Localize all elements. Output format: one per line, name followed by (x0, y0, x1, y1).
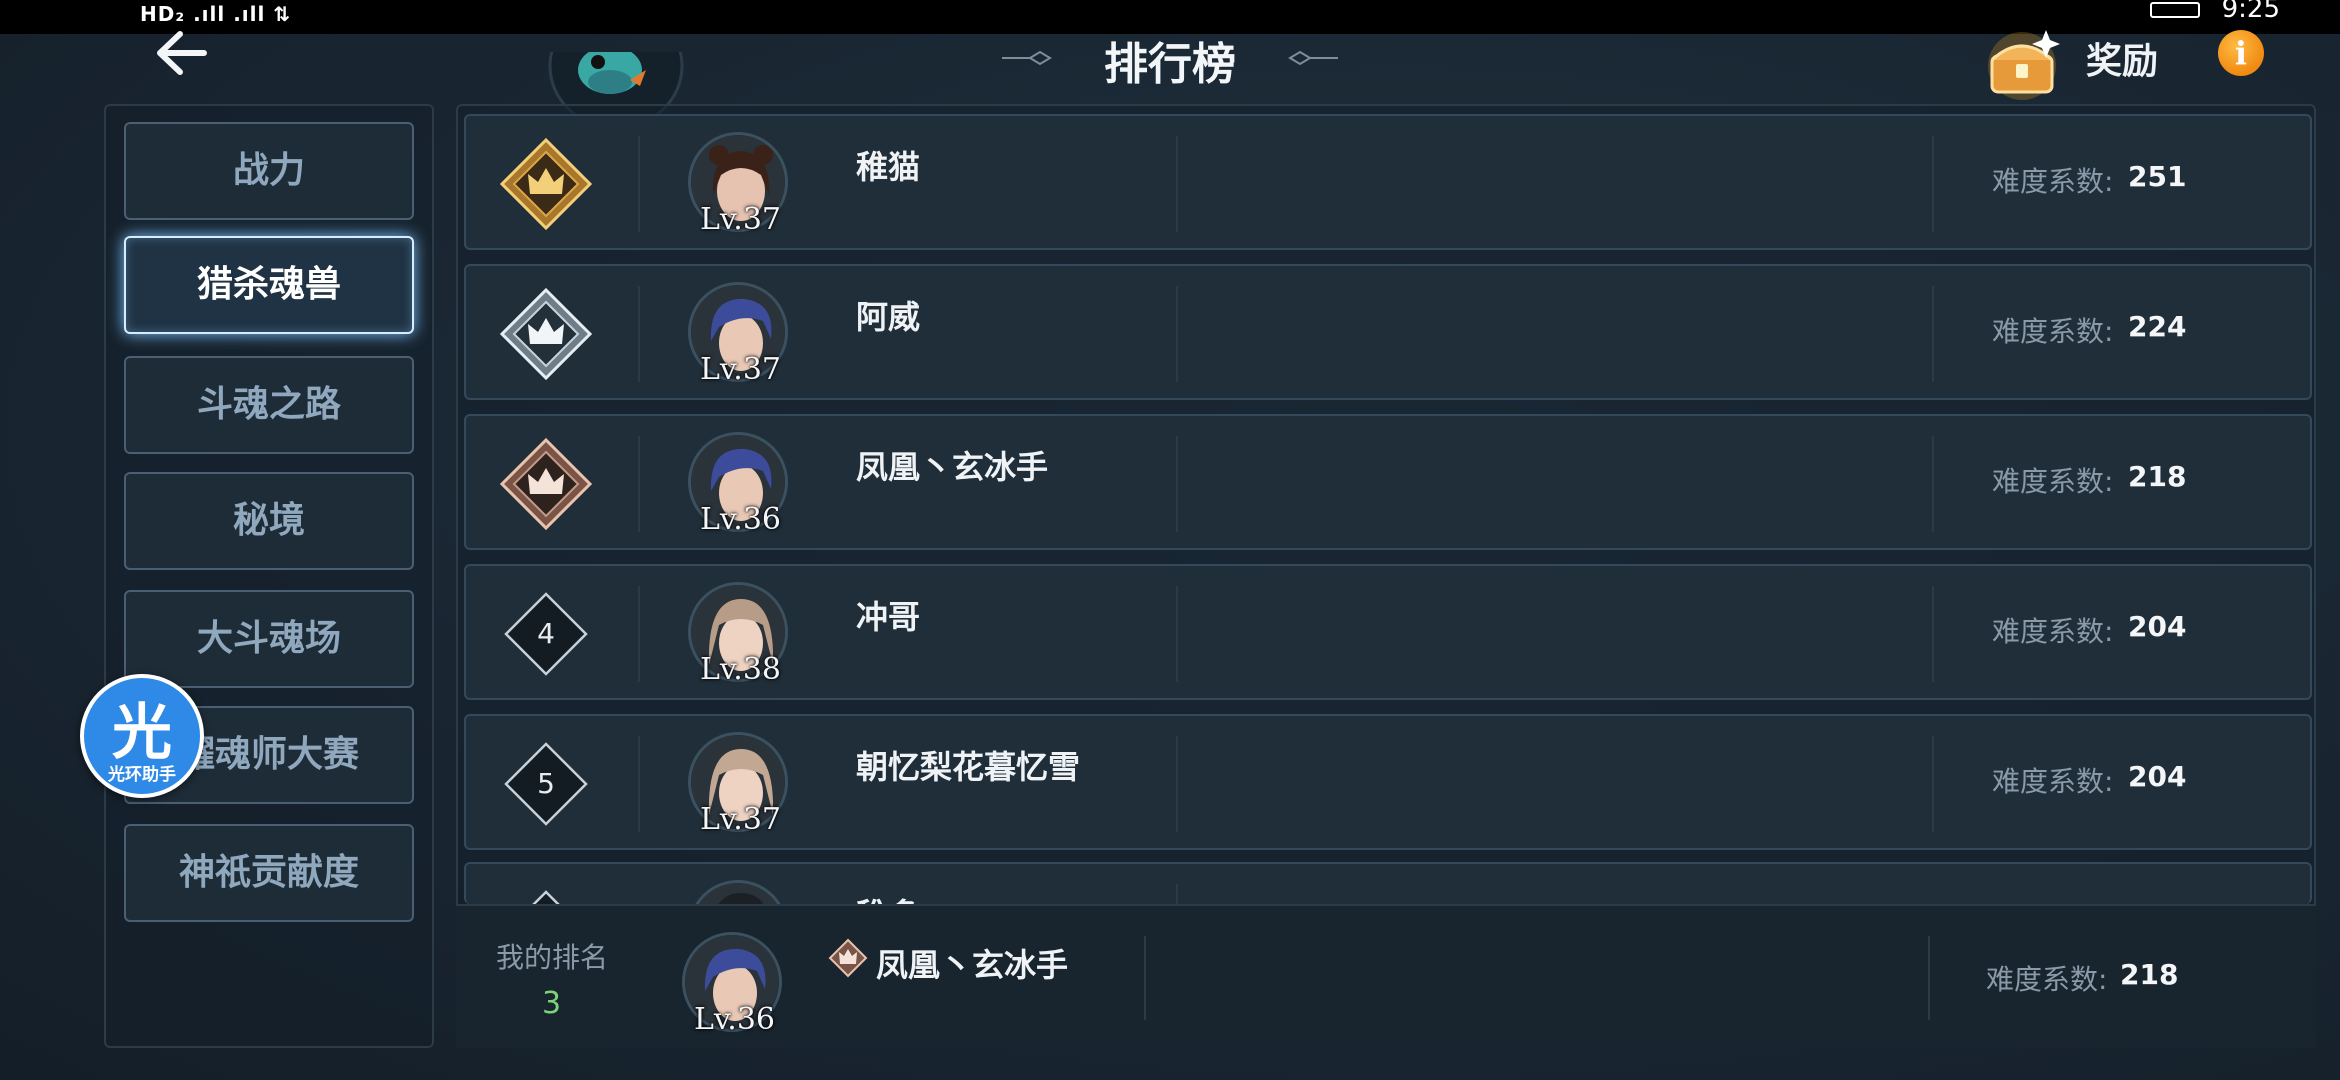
score-value: 218 (2128, 460, 2187, 493)
game-screen: HD₂ .ıll .ıll ⇅ 9:25 排行榜 奖励 i 战力 猎杀魂兽 斗魂… (0, 0, 2340, 1080)
score-value: 251 (2128, 160, 2187, 193)
player-name: 稚猫 (856, 148, 921, 186)
score-label: 难度系数: (1992, 615, 2114, 648)
player-level: Lv.36 (700, 502, 782, 537)
player-level: Lv.37 (700, 352, 782, 387)
player-name: 凤凰丶玄冰手 (856, 448, 1049, 486)
sidebar-item-secret-realm[interactable]: 秘境 (124, 472, 414, 570)
rank-diamond-icon (532, 890, 560, 904)
my-rank-bar: 我的排名 3 Lv.36 凤凰丶玄冰手 难度系数: 218 (456, 904, 2316, 1048)
score-label: 难度系数: (1992, 165, 2114, 198)
sidebar-item-beast-hunt[interactable]: 猎杀魂兽 (124, 236, 414, 334)
clock: 9:25 (2221, 0, 2280, 24)
ranking-row[interactable]: Lv.37 稚猫 难度系数: 251 (464, 114, 2312, 250)
my-rank-label: 我的排名 (496, 941, 609, 974)
gold-crown-medal-icon (499, 137, 593, 231)
bronze-crown-medal-icon (499, 437, 593, 531)
battery-icon (2150, 2, 2200, 18)
ranking-row[interactable]: Lv.36 凤凰丶玄冰手 难度系数: 218 (464, 414, 2312, 550)
sidebar-item-deity-contribution[interactable]: 神祇贡献度 (124, 824, 414, 922)
score-value: 224 (2128, 310, 2187, 343)
player-level: Lv.38 (700, 652, 782, 687)
avatar (688, 880, 788, 904)
sidebar-item-soul-road[interactable]: 斗魂之路 (124, 356, 414, 454)
ranking-row[interactable]: 稚多 (464, 862, 2312, 904)
sidebar-item-arena[interactable]: 大斗魂场 (124, 590, 414, 688)
player-name: 朝忆梨花暮忆雪 (856, 748, 1081, 786)
assistant-label: 光环助手 (108, 765, 176, 785)
my-score-value: 218 (2120, 958, 2179, 991)
rank-number: 5 (537, 767, 555, 800)
score-label: 难度系数: (1992, 465, 2114, 498)
my-rank-number: 3 (542, 986, 562, 1021)
page-title-bar: 排行榜 (1000, 28, 1340, 90)
assistant-glyph: 光 (112, 698, 172, 768)
back-arrow-icon[interactable] (150, 28, 210, 78)
score-value: 204 (2128, 610, 2187, 643)
score-value: 204 (2128, 760, 2187, 793)
my-level: Lv.36 (694, 1002, 776, 1037)
score-label: 难度系数: (1992, 765, 2114, 798)
my-score-label: 难度系数: (1986, 963, 2108, 996)
assistant-float-button[interactable]: 光 光环助手 (80, 674, 204, 798)
my-name: 凤凰丶玄冰手 (876, 946, 1069, 984)
ornament-right-icon (1288, 50, 1338, 66)
reward-label: 奖励 (2086, 41, 2159, 82)
player-name: 稚多 (856, 890, 920, 904)
silver-crown-medal-icon (499, 287, 593, 381)
score-label: 难度系数: (1992, 315, 2114, 348)
ranking-row[interactable]: 4 Lv.38 冲哥 难度系数: 204 (464, 564, 2312, 700)
treasure-chest-icon (1988, 30, 2060, 100)
ranking-row[interactable]: Lv.37 阿威 难度系数: 224 (464, 264, 2312, 400)
info-button[interactable]: i (2218, 30, 2264, 76)
reward-button[interactable]: 奖励 (1980, 26, 2180, 100)
network-status: HD₂ .ıll .ıll ⇅ (140, 2, 292, 26)
rank-number: 4 (537, 617, 555, 650)
player-name: 冲哥 (856, 598, 921, 636)
ranking-row[interactable]: 5 Lv.37 朝忆梨花暮忆雪 难度系数: 204 (464, 714, 2312, 850)
player-level: Lv.37 (700, 802, 782, 837)
player-name: 阿威 (856, 298, 921, 336)
player-level: Lv.37 (700, 202, 782, 237)
bronze-crown-icon (828, 938, 868, 978)
sidebar-item-combat-power[interactable]: 战力 (124, 122, 414, 220)
